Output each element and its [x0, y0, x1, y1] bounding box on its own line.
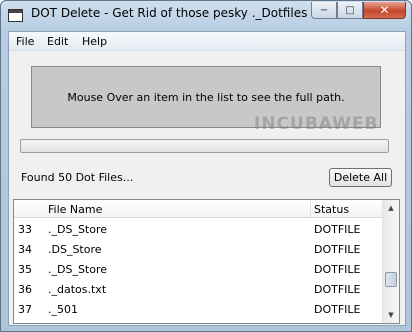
scrollbar-thumb[interactable]: [385, 272, 397, 287]
watermark: INCUBAWEB: [254, 114, 379, 134]
window-title: DOT Delete - Get Rid of those pesky ._Do…: [31, 6, 308, 20]
row-file-name: ._DS_Store: [48, 263, 108, 276]
row-status: DOTFILE: [314, 303, 361, 316]
close-button[interactable]: ✕: [363, 2, 406, 19]
found-count-label: Found 50 Dot Files...: [21, 171, 134, 184]
dotfile-list[interactable]: File Name Status 33 ._DS_Store DOTFILE 3…: [13, 199, 400, 324]
list-item[interactable]: 36 ._datos.txt DOTFILE: [14, 279, 382, 299]
progress-bar: [20, 139, 389, 153]
list-item[interactable]: 34 .DS_Store DOTFILE: [14, 239, 382, 259]
row-file-name: ._501: [48, 303, 78, 316]
list-item[interactable]: 37 ._501 DOTFILE: [14, 299, 382, 319]
scroll-up-arrow-icon[interactable]: ▲: [383, 200, 399, 216]
row-file-name: .DS_Store: [48, 243, 102, 256]
column-header-status[interactable]: Status: [314, 203, 349, 216]
menu-bar: File Edit Help: [9, 32, 405, 51]
path-display-text: Mouse Over an item in the list to see th…: [67, 90, 345, 104]
row-status: DOTFILE: [314, 263, 361, 276]
menu-help[interactable]: Help: [82, 35, 107, 48]
menu-file[interactable]: File: [16, 35, 34, 48]
row-index: 37: [18, 303, 32, 316]
list-item[interactable]: 35 ._DS_Store DOTFILE: [14, 259, 382, 279]
list-item[interactable]: 33 ._DS_Store DOTFILE: [14, 219, 382, 239]
row-status: DOTFILE: [314, 243, 361, 256]
delete-all-button[interactable]: Delete All: [329, 168, 392, 187]
row-index: 35: [18, 263, 32, 276]
row-file-name: ._datos.txt: [48, 283, 107, 296]
maximize-button[interactable]: □: [337, 2, 363, 19]
app-window: DOT Delete - Get Rid of those pesky ._Do…: [0, 0, 412, 332]
client-area: File Edit Help Mouse Over an item in the…: [8, 31, 406, 326]
row-file-name: ._DS_Store: [48, 223, 108, 236]
scroll-down-arrow-icon[interactable]: ▼: [383, 307, 399, 323]
row-status: DOTFILE: [314, 223, 361, 236]
column-divider[interactable]: [310, 200, 311, 218]
minimize-button[interactable]: −: [311, 2, 337, 19]
caption-buttons: − □ ✕: [311, 2, 406, 19]
list-header: File Name Status: [14, 200, 382, 218]
row-index: 33: [18, 223, 32, 236]
app-window-icon[interactable]: [8, 9, 23, 22]
row-index: 36: [18, 283, 32, 296]
vertical-scrollbar[interactable]: ▲ ▼: [382, 200, 399, 323]
list-rows: 33 ._DS_Store DOTFILE 34 .DS_Store DOTFI…: [14, 219, 382, 319]
column-header-file-name[interactable]: File Name: [48, 203, 102, 216]
title-bar[interactable]: DOT Delete - Get Rid of those pesky ._Do…: [1, 1, 411, 31]
menu-edit[interactable]: Edit: [47, 35, 68, 48]
row-index: 34: [18, 243, 32, 256]
row-status: DOTFILE: [314, 283, 361, 296]
